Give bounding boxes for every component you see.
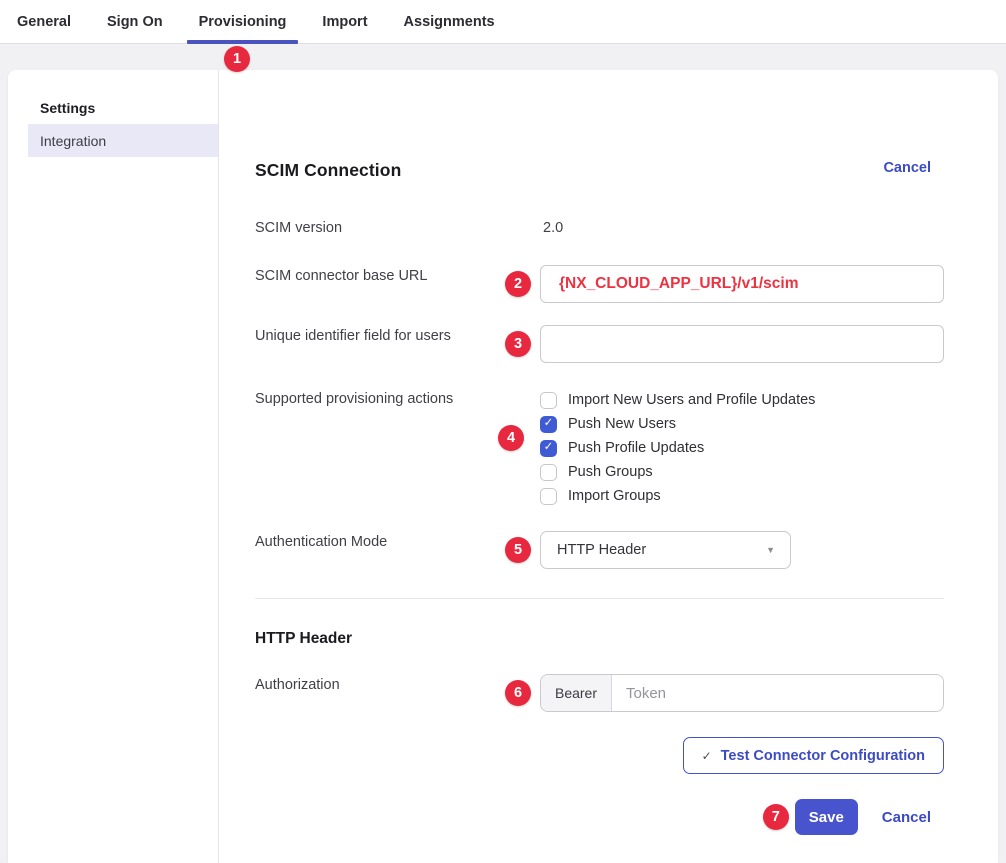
checkbox-label: Import New Users and Profile Updates — [568, 392, 815, 408]
checkbox-row-push-groups[interactable]: Push Groups — [540, 460, 944, 484]
tab-sign-on[interactable]: Sign On — [95, 0, 175, 43]
chevron-down-icon: ▼ — [766, 545, 775, 555]
auth-mode-select[interactable]: HTTP Header ▼ — [540, 531, 791, 569]
checkbox-row-push-new-users[interactable]: Push New Users — [540, 412, 944, 436]
checkbox-row-import-groups[interactable]: Import Groups — [540, 484, 944, 508]
step-1-badge: 1 — [224, 46, 250, 72]
tab-general[interactable]: General — [5, 0, 83, 43]
authorization-input-group: Bearer — [540, 674, 944, 712]
base-url-input[interactable] — [540, 265, 944, 303]
checkbox-label: Push New Users — [568, 416, 676, 432]
step-2-badge: 2 — [505, 271, 531, 297]
scim-connection-form: SCIM Connection Cancel SCIM version 2.0 … — [255, 70, 944, 863]
bearer-prefix: Bearer — [541, 675, 612, 711]
step-4-badge: 4 — [498, 425, 524, 451]
checkbox[interactable] — [540, 488, 557, 505]
checkbox[interactable] — [540, 440, 557, 457]
app-tab-bar: General Sign On Provisioning Import Assi… — [0, 0, 1006, 44]
step-6-badge: 6 — [505, 680, 531, 706]
provisioning-card: Settings Integration SCIM Connection Can… — [8, 70, 998, 863]
checkbox-label: Import Groups — [568, 488, 661, 504]
test-connector-configuration-button[interactable]: ✓ Test Connector Configuration — [683, 737, 944, 774]
auth-mode-selected-value: HTTP Header — [557, 542, 646, 558]
check-icon: ✓ — [702, 749, 712, 763]
step-3-badge: 3 — [505, 331, 531, 357]
sidebar-item-integration[interactable]: Integration — [28, 124, 218, 157]
checkbox-label: Push Groups — [568, 464, 653, 480]
checkbox-label: Push Profile Updates — [568, 440, 704, 456]
checkbox-row-import-new-users[interactable]: Import New Users and Profile Updates — [540, 388, 944, 412]
authorization-label: Authorization — [255, 674, 540, 712]
checkbox-row-push-profile-updates[interactable]: Push Profile Updates — [540, 436, 944, 460]
checkbox[interactable] — [540, 464, 557, 481]
http-header-section-title: HTTP Header — [255, 630, 352, 648]
step-5-badge: 5 — [505, 537, 531, 563]
base-url-label: SCIM connector base URL — [255, 265, 540, 303]
tab-provisioning[interactable]: Provisioning — [187, 0, 299, 43]
checkbox[interactable] — [540, 392, 557, 409]
save-button[interactable]: Save — [795, 799, 858, 835]
settings-sidebar: Settings Integration — [8, 70, 219, 863]
section-divider — [255, 598, 944, 599]
test-connector-configuration-label: Test Connector Configuration — [721, 748, 925, 764]
unique-id-input[interactable] — [540, 325, 944, 363]
sidebar-header: Settings — [40, 100, 218, 116]
token-input[interactable] — [612, 675, 943, 711]
page-title: SCIM Connection — [255, 160, 401, 181]
auth-mode-label: Authentication Mode — [255, 531, 540, 569]
tab-assignments[interactable]: Assignments — [392, 0, 507, 43]
tab-import[interactable]: Import — [310, 0, 379, 43]
unique-id-label: Unique identifier field for users — [255, 325, 540, 363]
provisioning-actions-label: Supported provisioning actions — [255, 388, 540, 508]
cancel-link-top[interactable]: Cancel — [883, 160, 931, 176]
cancel-link-bottom[interactable]: Cancel — [882, 809, 931, 826]
checkbox[interactable] — [540, 416, 557, 433]
scim-version-value: 2.0 — [540, 217, 944, 236]
scim-version-label: SCIM version — [255, 217, 540, 237]
step-7-badge: 7 — [763, 804, 789, 830]
